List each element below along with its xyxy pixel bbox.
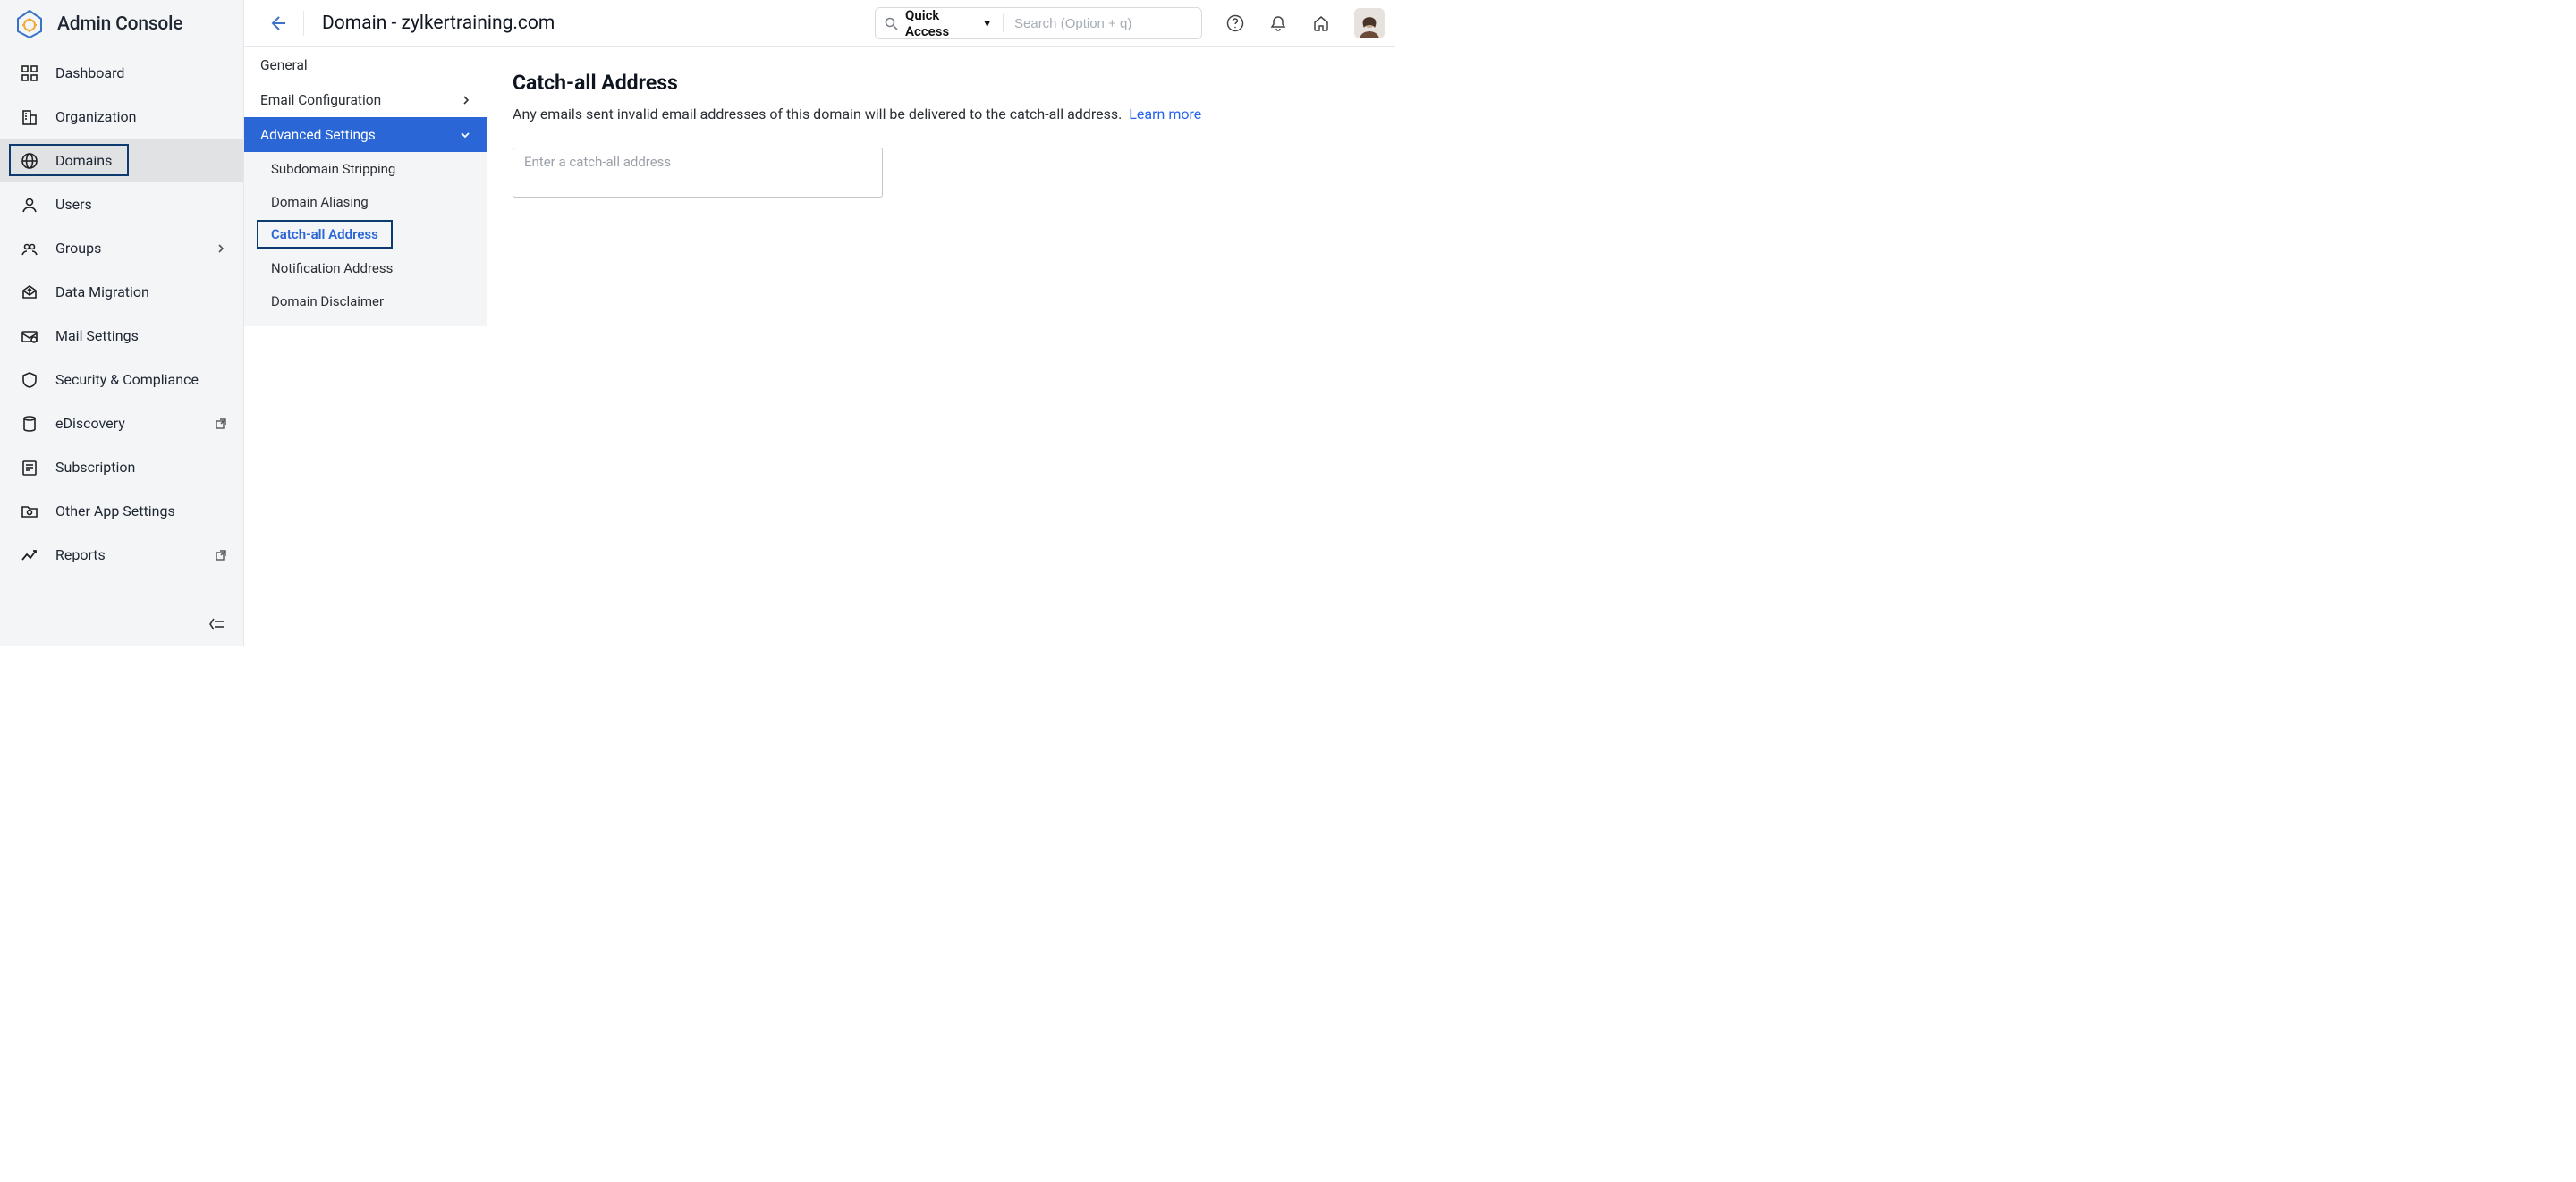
sidebar-item-label: Domains	[55, 152, 227, 169]
sidebar-item-label: Groups	[55, 240, 199, 257]
divider	[1003, 14, 1004, 32]
home-button[interactable]	[1311, 13, 1331, 33]
sidebar-item-ediscovery[interactable]: eDiscovery	[0, 401, 243, 445]
sidebar-item-subscription[interactable]: Subscription	[0, 445, 243, 489]
subnav-subitem-label: Notification Address	[271, 260, 393, 276]
sidebar-item-label: Users	[55, 196, 227, 213]
reports-icon	[20, 545, 39, 565]
main-content: Catch-all Address Any emails sent invali…	[487, 47, 1395, 646]
app-logo-icon	[14, 9, 45, 39]
subnav-item-label: Email Configuration	[260, 92, 381, 108]
mail-settings-icon	[20, 326, 39, 346]
sidebar-item-label: Mail Settings	[55, 327, 227, 344]
sidebar-header: Admin Console	[0, 0, 243, 47]
quick-access-dropdown[interactable]: Quick Access ▼	[905, 7, 992, 39]
search-input[interactable]	[1014, 16, 1192, 31]
divider	[303, 11, 304, 36]
subnav-subitem-catchall-address[interactable]: Catch-all Address	[244, 218, 487, 251]
sidebar-item-label: Reports	[55, 546, 199, 563]
subnav-item-general[interactable]: General	[244, 47, 487, 82]
sidebar-item-label: Security & Compliance	[55, 371, 227, 388]
back-button[interactable]	[266, 12, 289, 35]
notifications-button[interactable]	[1268, 13, 1288, 33]
learn-more-link[interactable]: Learn more	[1129, 106, 1201, 122]
topbar: Domain - zylkertraining.com Quick Access…	[244, 0, 1395, 47]
settings-folder-icon	[20, 502, 39, 521]
app-title: Admin Console	[57, 13, 182, 35]
external-link-icon	[215, 549, 227, 561]
subnav-item-label: Advanced Settings	[260, 127, 376, 143]
subnav-item-label: General	[260, 57, 308, 73]
sidebar-item-data-migration[interactable]: Data Migration	[0, 270, 243, 314]
subnav-subitem-domain-aliasing[interactable]: Domain Aliasing	[244, 185, 487, 218]
description-text: Any emails sent invalid email addresses …	[513, 106, 1122, 122]
subscription-icon	[20, 458, 39, 477]
content-heading: Catch-all Address	[513, 71, 1395, 95]
sidebar-item-label: Data Migration	[55, 283, 227, 300]
subnav-subitem-notification-address[interactable]: Notification Address	[244, 251, 487, 284]
sidebar-item-reports[interactable]: Reports	[0, 533, 243, 577]
catchall-address-input[interactable]: Enter a catch-all address	[513, 148, 883, 198]
sidebar-item-security[interactable]: Security & Compliance	[0, 358, 243, 401]
sidebar-item-organization[interactable]: Organization	[0, 95, 243, 139]
subnav-subitem-label: Domain Disclaimer	[271, 293, 384, 309]
quick-access-search[interactable]: Quick Access ▼	[875, 7, 1202, 39]
chevron-right-icon	[215, 242, 227, 255]
collapse-sidebar-button[interactable]	[208, 615, 227, 635]
globe-icon	[20, 151, 39, 171]
quick-access-label: Quick Access	[905, 7, 975, 39]
subnav-subitem-domain-disclaimer[interactable]: Domain Disclaimer	[244, 284, 487, 317]
groups-icon	[20, 239, 39, 258]
sidebar-item-label: Dashboard	[55, 64, 227, 81]
ediscovery-icon	[20, 414, 39, 434]
sidebar-item-other-apps[interactable]: Other App Settings	[0, 489, 243, 533]
shield-icon	[20, 370, 39, 390]
sidebar-item-mail-settings[interactable]: Mail Settings	[0, 314, 243, 358]
subnav-item-email-configuration[interactable]: Email Configuration	[244, 82, 487, 117]
selected-highlight-box: Catch-all Address	[257, 220, 393, 249]
help-button[interactable]	[1225, 13, 1245, 33]
sidebar-item-label: Other App Settings	[55, 502, 227, 519]
subnav-item-advanced-settings[interactable]: Advanced Settings	[244, 117, 487, 152]
sidebar-item-label: Organization	[55, 108, 227, 125]
user-icon	[20, 195, 39, 215]
subnav-subitem-label: Domain Aliasing	[271, 194, 369, 210]
sidebar-item-dashboard[interactable]: Dashboard	[0, 51, 243, 95]
sidebar-item-users[interactable]: Users	[0, 182, 243, 226]
subnav-subitem-label: Catch-all Address	[271, 226, 378, 242]
subnav-subitem-label: Subdomain Stripping	[271, 161, 395, 177]
advanced-settings-submenu: Subdomain Stripping Domain Aliasing Catc…	[244, 152, 487, 326]
sidebar-item-domains[interactable]: Domains	[0, 139, 243, 182]
migration-icon	[20, 283, 39, 302]
sidebar-item-label: eDiscovery	[55, 415, 199, 432]
domain-settings-subnav: General Email Configuration Advanced Set…	[244, 47, 487, 646]
dashboard-icon	[20, 63, 39, 83]
sidebar: Admin Console Dashboard Organization	[0, 0, 244, 646]
sidebar-item-label: Subscription	[55, 459, 227, 476]
subnav-subitem-subdomain-stripping[interactable]: Subdomain Stripping	[244, 152, 487, 185]
sidebar-item-groups[interactable]: Groups	[0, 226, 243, 270]
caret-down-icon: ▼	[982, 18, 992, 30]
input-placeholder-text: Enter a catch-all address	[524, 154, 671, 170]
external-link-icon	[215, 418, 227, 430]
page-title: Domain - zylkertraining.com	[322, 13, 555, 34]
building-icon	[20, 107, 39, 127]
chevron-right-icon	[462, 96, 470, 105]
user-avatar[interactable]	[1354, 8, 1385, 38]
search-icon	[885, 17, 898, 30]
sidebar-nav: Dashboard Organization Domains	[0, 47, 243, 577]
chevron-down-icon	[460, 130, 470, 140]
content-description: Any emails sent invalid email addresses …	[513, 106, 1395, 122]
